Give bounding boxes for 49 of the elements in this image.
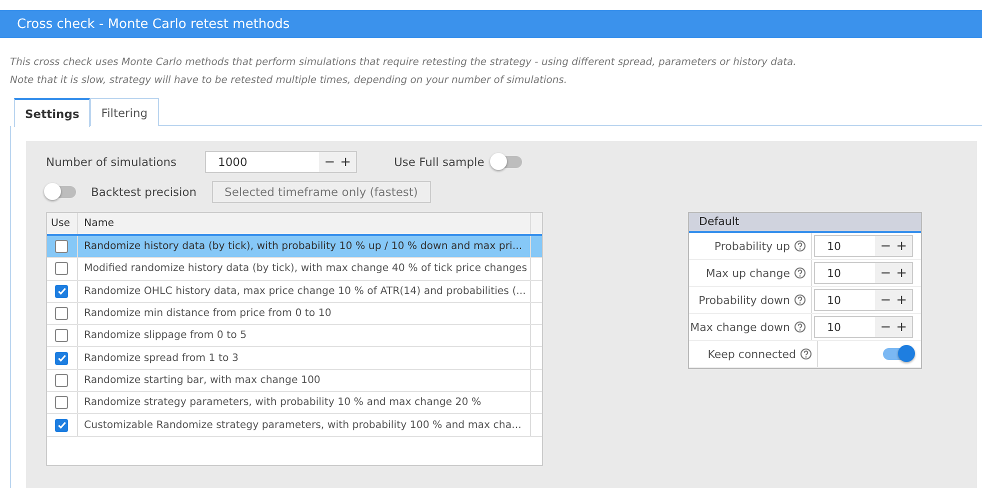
field-label: Number of simulations [46,155,178,169]
checkbox[interactable] [55,418,68,432]
increment-button[interactable]: + [896,238,907,254]
decrement-button[interactable]: − [324,154,336,170]
increment-button[interactable]: + [896,292,907,308]
toggle-label: Backtest precision [91,185,197,199]
description-text: This cross check uses Monte Carlo methods that perform simulations that require retesting the strategy - using different spread, parameters or history data. [10,56,798,70]
decrement-button[interactable]: − [880,266,892,280]
help-icon[interactable] [794,294,806,306]
tab[interactable]: Filtering [90,98,159,126]
toggle-switch[interactable] [883,348,913,360]
checkbox[interactable] [55,352,68,365]
increment-button[interactable]: + [896,320,907,334]
help-icon[interactable] [800,348,812,360]
number-field[interactable]: 10 − + [814,262,913,284]
toggle-switch[interactable] [46,186,76,198]
number-field[interactable]: 1000 − + [205,151,357,173]
help-icon[interactable] [794,267,806,279]
checkbox[interactable] [55,396,68,410]
increment-button[interactable]: + [340,154,351,170]
description-text: Note that it is slow, strategy will have to be retested multiple times, depending on your number of simulations. [10,74,568,88]
decrement-button[interactable]: − [880,238,892,254]
checkbox[interactable] [55,240,68,254]
checkbox[interactable] [55,374,68,387]
property-label: Probability up [714,240,790,252]
toggle-switch[interactable] [492,156,522,168]
decrement-button[interactable]: − [880,320,892,334]
checkbox[interactable] [55,329,68,342]
checkbox[interactable] [55,262,68,276]
toggle-label: Use Full sample [394,155,484,169]
number-field[interactable]: 10 − + [814,316,913,338]
help-icon[interactable] [794,321,806,333]
property-label: Keep connected [708,348,796,360]
property-label: Max up change [706,266,790,280]
precision-field[interactable]: Selected timeframe only (fastest) [212,181,431,203]
window-title: Cross check - Monte Carlo retest methods [17,16,290,32]
decrement-button[interactable]: − [880,292,892,308]
increment-button[interactable]: + [896,266,907,280]
panel-header: Default [689,213,921,233]
number-field[interactable]: 10 − + [814,289,913,311]
help-icon[interactable] [794,240,806,252]
property-label: Max change down [690,320,790,334]
column-header: Use [50,218,72,229]
checkbox[interactable] [55,284,68,298]
number-field[interactable]: 10 − + [814,235,913,257]
checkbox[interactable] [55,307,68,320]
column-header: Name [77,213,531,234]
property-label: Probability down [698,294,790,306]
tab[interactable]: Settings [14,98,90,127]
